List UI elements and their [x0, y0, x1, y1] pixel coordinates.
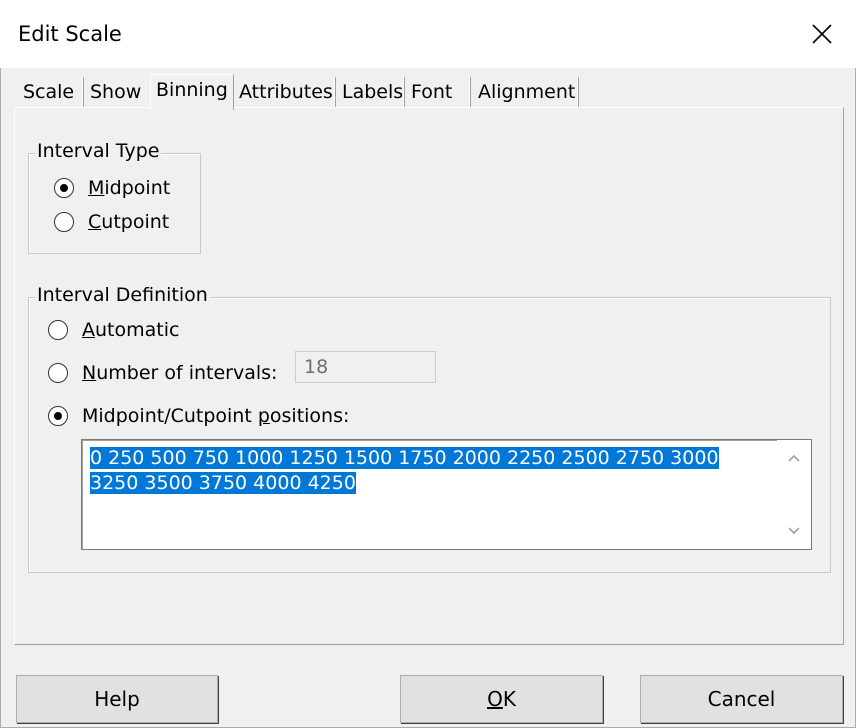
chevron-down-icon: [788, 527, 800, 535]
midpoint-radio-button[interactable]: [54, 178, 74, 198]
scroll-down-button[interactable]: [777, 513, 811, 549]
interval-type-legend: Interval Type: [35, 140, 162, 162]
positions-radio[interactable]: Midpoint/Cutpoint positions:: [48, 405, 349, 427]
window-title: Edit Scale: [18, 22, 122, 46]
interval-definition-legend: Interval Definition: [35, 284, 210, 306]
textarea-scrollbar[interactable]: [777, 440, 811, 549]
positions-text: 0 250 500 750 1000 1250 1500 1750 2000 2…: [90, 446, 770, 496]
midpoint-label: Midpoint: [88, 177, 171, 199]
automatic-radio-button[interactable]: [48, 320, 68, 340]
number-of-intervals-radio-button[interactable]: [48, 363, 68, 383]
tab-labels[interactable]: Labels: [337, 77, 408, 107]
positions-radio-button[interactable]: [48, 406, 68, 426]
cutpoint-radio-button[interactable]: [54, 212, 74, 232]
number-of-intervals-label: Number of intervals:: [82, 362, 278, 384]
tab-scale[interactable]: Scale: [18, 77, 79, 107]
ok-button[interactable]: OK: [400, 675, 603, 723]
number-of-intervals-input[interactable]: 18: [295, 351, 436, 383]
close-icon: [812, 24, 832, 44]
positions-label: Midpoint/Cutpoint positions:: [82, 405, 350, 427]
scroll-up-button[interactable]: [777, 440, 811, 476]
cutpoint-label: Cutpoint: [88, 211, 170, 233]
title-bar: Edit Scale: [0, 0, 856, 68]
close-button[interactable]: [788, 0, 856, 68]
automatic-label: Automatic: [82, 319, 180, 341]
help-button[interactable]: Help: [16, 675, 218, 723]
tab-binning[interactable]: Binning: [150, 74, 234, 110]
number-of-intervals-radio[interactable]: Number of intervals:: [48, 362, 277, 384]
tab-alignment[interactable]: Alignment: [473, 77, 580, 107]
tab-attributes[interactable]: Attributes: [234, 77, 338, 107]
interval-type-group: Interval Type: [28, 140, 201, 254]
midpoint-radio[interactable]: Midpoint: [54, 177, 170, 199]
chevron-up-icon: [788, 454, 800, 462]
automatic-radio[interactable]: Automatic: [48, 319, 179, 341]
selected-positions-text: 0 250 500 750 1000 1250 1500 1750 2000 2…: [90, 447, 719, 494]
cutpoint-radio[interactable]: Cutpoint: [54, 211, 169, 233]
cancel-button[interactable]: Cancel: [640, 675, 843, 723]
tab-show[interactable]: Show: [85, 77, 146, 107]
tab-font[interactable]: Font: [406, 77, 457, 107]
positions-textarea[interactable]: 0 250 500 750 1000 1250 1500 1750 2000 2…: [81, 439, 812, 550]
